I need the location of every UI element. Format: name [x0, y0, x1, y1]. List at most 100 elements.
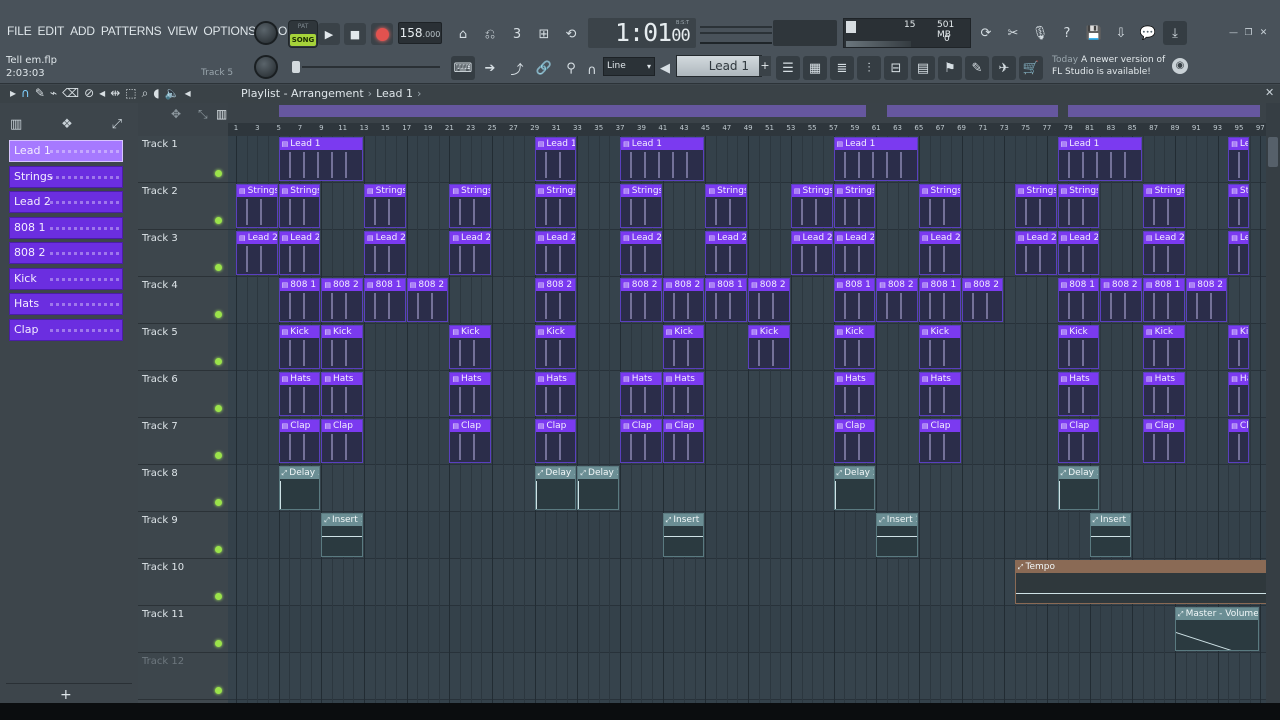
channel-rack-icon[interactable]: ≣	[830, 56, 854, 80]
pattern-clip[interactable]: Strings	[1228, 184, 1249, 228]
pattern-clip[interactable]: Strings	[236, 184, 278, 228]
track-header[interactable]: Track 4	[138, 277, 228, 324]
slip-icon[interactable]: ◂	[99, 86, 105, 101]
master-pitch-knob[interactable]	[254, 55, 278, 79]
pattern-clip[interactable]: Kick	[1057, 325, 1100, 369]
pattern-left-icon[interactable]: ◀	[656, 56, 674, 80]
automation-clip[interactable]: Delay 3 - Mix level	[1057, 466, 1100, 510]
undo-icon[interactable]: ⟳	[974, 21, 998, 45]
automation-clip[interactable]: Delay 3 - Mix level	[278, 466, 321, 510]
pattern-clip[interactable]: 808 2	[1185, 278, 1228, 322]
pattern-clip[interactable]: 808 2	[534, 278, 577, 322]
pattern-clip[interactable]: Hats	[449, 372, 492, 416]
track-mute-led[interactable]	[215, 358, 222, 365]
pattern-clip[interactable]: Hats	[321, 372, 364, 416]
menu-item-add[interactable]: ADD	[67, 24, 98, 38]
speaker-icon[interactable]: 🔈	[165, 86, 180, 101]
pattern-clip[interactable]: Lead 2	[620, 231, 662, 275]
track-header[interactable]: Track 11	[138, 606, 228, 653]
playlist-close-icon[interactable]: ✕	[1265, 86, 1274, 99]
scroll-thumb[interactable]	[1268, 137, 1278, 167]
playlist-icon[interactable]: ☰	[776, 56, 800, 80]
track-mute-led[interactable]	[215, 499, 222, 506]
pattern-clip[interactable]: Lead 1	[1057, 137, 1142, 181]
pattern-clip[interactable]: Strings	[705, 184, 748, 228]
pattern-clip[interactable]: Lead 2	[278, 231, 321, 275]
pattern-clip[interactable]: 808 1	[1057, 278, 1100, 322]
track-header[interactable]: Track 3	[138, 230, 228, 277]
automation-clip[interactable]: Insert 1 - Volume	[321, 513, 364, 557]
link-icon[interactable]: 🔗	[532, 56, 556, 80]
pattern-clip[interactable]: Strings	[534, 184, 577, 228]
arrow-left-icon[interactable]: ◂	[185, 86, 191, 101]
stop-button[interactable]: ■	[344, 23, 366, 45]
pattern-clip[interactable]: Strings	[790, 184, 833, 228]
master-pitch-slider[interactable]	[290, 59, 440, 75]
track-header[interactable]: Track 8	[138, 465, 228, 512]
automation-clip[interactable]: Master - Volume	[1174, 607, 1260, 651]
pattern-clip[interactable]: 808 2	[406, 278, 449, 322]
pattern-clip[interactable]: Kick	[662, 325, 705, 369]
track-header[interactable]: Track 12	[138, 653, 228, 700]
pattern-clip[interactable]: Strings	[364, 184, 406, 228]
slider-thumb[interactable]	[292, 61, 300, 73]
slice-icon[interactable]: ⇹	[110, 86, 120, 101]
automation-clip[interactable]: Insert 1 - Volume	[1089, 513, 1132, 557]
pattern-clip[interactable]: Hats	[620, 372, 662, 416]
pattern-clip[interactable]: Lead 2	[449, 231, 492, 275]
options-arrow-icon[interactable]: ▸	[10, 86, 16, 101]
resize-icon[interactable]: ⤡	[198, 107, 208, 122]
menu-item-view[interactable]: VIEW	[164, 24, 200, 38]
pattern-clip[interactable]: Lead 1	[620, 137, 705, 181]
picker-item[interactable]: Strings	[9, 165, 123, 188]
pattern-clip[interactable]: Strings	[278, 184, 321, 228]
pattern-clip[interactable]: Lead 2	[833, 231, 876, 275]
touch-controller-icon[interactable]: ✈	[992, 56, 1016, 80]
close-icon[interactable]: ✕	[1258, 28, 1269, 38]
picker-item[interactable]: Lead 2	[9, 191, 123, 213]
pattern-clip[interactable]: Kick	[321, 325, 364, 369]
globe-icon[interactable]: ◉	[1172, 58, 1188, 74]
pattern-clip[interactable]: Lead 2	[918, 231, 961, 275]
pattern-clip[interactable]: Clap	[833, 419, 876, 463]
pattern-clip[interactable]: Kick	[449, 325, 492, 369]
select-icon[interactable]: ⬚	[125, 86, 136, 101]
track-header[interactable]: Track 10	[138, 559, 228, 606]
track-mute-led[interactable]	[215, 640, 222, 647]
picker-automation-icon[interactable]: ⤢	[112, 117, 122, 133]
track-header[interactable]: Track 1	[138, 136, 228, 183]
pattern-clip[interactable]: Kick	[918, 325, 961, 369]
countdown-icon[interactable]: 3	[505, 22, 529, 46]
track-mute-led[interactable]	[215, 452, 222, 459]
tools-icon[interactable]: ✎	[965, 56, 989, 80]
play-button[interactable]: ▶	[318, 23, 340, 45]
pattern-clip[interactable]: Kick	[534, 325, 577, 369]
chat-icon[interactable]: 💬	[1136, 21, 1160, 45]
automation-clip[interactable]: Insert 1 - Volume	[662, 513, 705, 557]
pattern-clip[interactable]: Hats	[278, 372, 321, 416]
pattern-clip[interactable]: Strings	[620, 184, 662, 228]
pattern-clip[interactable]: 808 2	[620, 278, 662, 322]
browser-icon[interactable]: ⊟	[884, 56, 908, 80]
minimize-icon[interactable]: —	[1228, 28, 1239, 38]
picker-item[interactable]: Hats	[9, 293, 123, 315]
track-mute-led[interactable]	[215, 546, 222, 553]
track-mute-led[interactable]	[215, 593, 222, 600]
metronome-icon[interactable]: ⌂	[451, 22, 475, 46]
pattern-clip[interactable]: Clap	[1057, 419, 1100, 463]
playback-icon[interactable]: ◖	[153, 86, 159, 101]
menu-item-patterns[interactable]: PATTERNS	[98, 24, 165, 38]
track-mute-led[interactable]	[215, 311, 222, 318]
pattern-clip[interactable]: Clap	[1142, 419, 1185, 463]
pattern-clip[interactable]: Strings	[1057, 184, 1100, 228]
pattern-clip[interactable]: Lead 2	[364, 231, 406, 275]
track-mute-led[interactable]	[215, 264, 222, 271]
pattern-clip[interactable]: Strings	[1142, 184, 1185, 228]
pattern-clip[interactable]: Clap	[918, 419, 961, 463]
picker-add-icon[interactable]: +	[60, 687, 72, 703]
mic-icon[interactable]: 🎙	[1028, 21, 1052, 45]
pattern-clip[interactable]: Hats	[534, 372, 577, 416]
pattern-clip[interactable]: 808 2	[961, 278, 1004, 322]
pattern-clip[interactable]: Strings	[449, 184, 492, 228]
pattern-clip[interactable]: Lead 2	[705, 231, 748, 275]
